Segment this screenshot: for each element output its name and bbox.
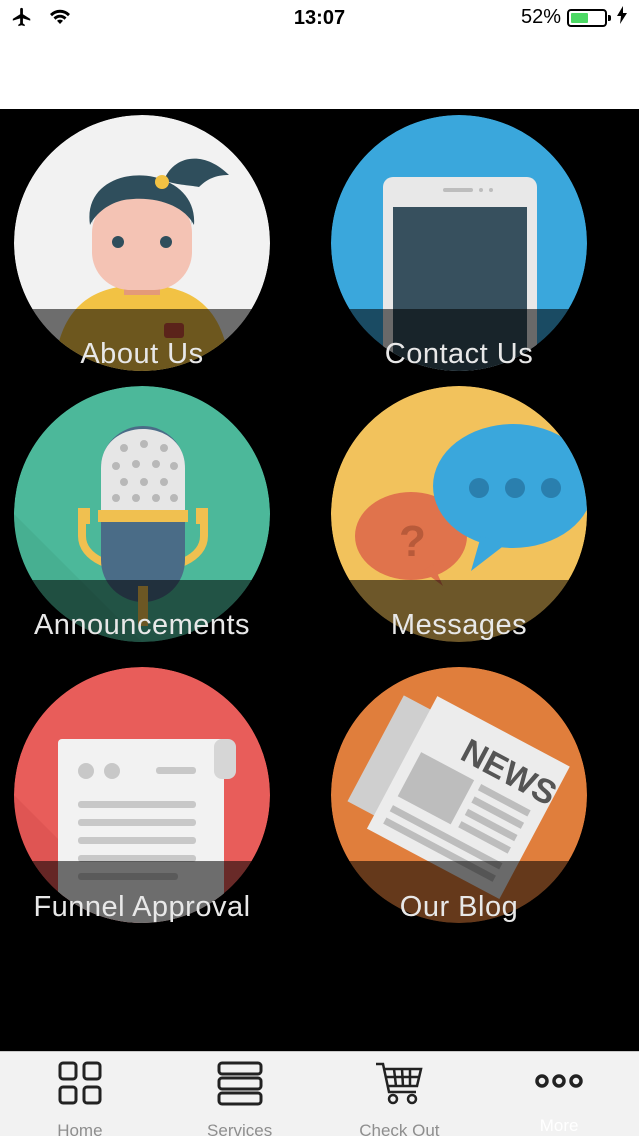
tile-label-messages[interactable]: Messages [299,609,619,642]
tile-label-funnel-approval[interactable]: Funnel Approval [0,891,302,924]
tab-home[interactable]: Home [0,1052,160,1136]
tab-more[interactable]: More [479,1052,639,1136]
navigation-bar [0,40,639,109]
tab-check-out[interactable]: Check Out [320,1052,480,1136]
tile-label-about-us[interactable]: About Us [0,338,302,371]
tile-announcements[interactable] [14,386,270,642]
battery-percent: 52% [520,6,561,28]
tile-contact-us[interactable] [331,115,587,371]
tile-funnel-approval[interactable] [14,667,270,923]
stack-icon [217,1060,263,1106]
battery-fill [571,12,588,23]
tile-label-announcements[interactable]: Announcements [0,609,302,642]
tile-label-our-blog[interactable]: Our Blog [299,891,619,924]
more-dots-icon [534,1060,584,1101]
tab-label-more: More [539,1116,579,1135]
tab-label-services: Services [207,1121,273,1136]
tile-label-contact-us[interactable]: Contact Us [299,338,619,371]
tab-bar: Home Services Check Out More [0,1051,639,1136]
charging-bolt-icon [617,6,627,29]
tab-services[interactable]: Services [160,1052,320,1136]
status-right: 52% [521,6,627,29]
tile-our-blog[interactable]: NEWS [331,667,587,923]
grid-icon [57,1060,103,1106]
tile-about-us[interactable] [14,115,270,371]
svg-text:?: ? [399,517,426,566]
battery-icon [567,8,611,27]
tab-label-check-out: Check Out [359,1121,440,1136]
tile-messages[interactable]: ? [331,386,587,642]
status-bar: 13:07 52% [0,0,639,40]
cart-icon [374,1060,424,1106]
tab-label-home: Home [57,1121,103,1136]
